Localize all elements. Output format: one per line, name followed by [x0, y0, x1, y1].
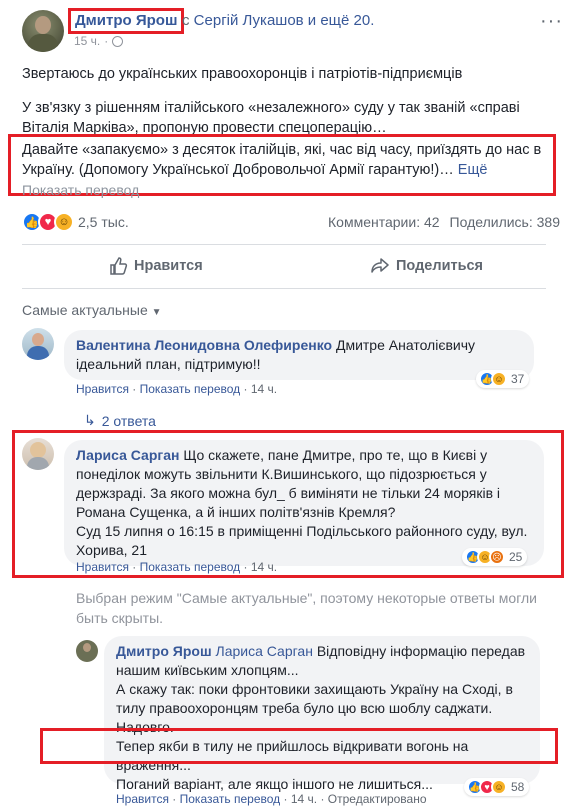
comment-sort-selector[interactable]: Самые актуальные ▼ [22, 302, 162, 318]
like-button[interactable]: Нравится [108, 256, 203, 276]
reply-mention[interactable]: Лариса Сарган [216, 643, 313, 659]
author-highlight-box: Дмитро Ярош [68, 8, 185, 34]
more-options-icon[interactable]: ··· [540, 10, 563, 33]
tagged-people-link[interactable]: Сергій Лукашов и ещё 20. [194, 12, 375, 29]
comments-count[interactable]: Комментарии: 42 [328, 214, 440, 230]
reply-translate-link[interactable]: Показать перевод [180, 792, 281, 806]
reply-actions: Нравится · Показать перевод · 14 ч. · От… [116, 792, 427, 806]
post-time[interactable]: 15 ч. [74, 34, 100, 48]
author-name[interactable]: Дмитро Ярош [75, 12, 177, 29]
angry-icon: ☹ [489, 549, 505, 565]
post-meta: 15 ч. · [74, 34, 124, 48]
comment-reaction-count: 37 [511, 372, 525, 386]
commenter-name[interactable]: Валентина Леонидовна Олефиренко [76, 337, 332, 353]
reply-reaction-count: 58 [511, 780, 525, 794]
commenter-avatar[interactable] [22, 328, 54, 360]
thumbs-up-icon [110, 257, 128, 275]
tagged-people: с Сергій Лукашов и ещё 20. [182, 12, 374, 29]
show-translation-link[interactable]: Показать перевод [22, 182, 139, 198]
hidden-replies-note: Выбран режим "Самые актуальные", поэтому… [76, 590, 537, 626]
comment-like-link[interactable]: Нравится [76, 560, 129, 574]
reply-like-link[interactable]: Нравится [116, 792, 169, 806]
post-actions: Нравится Поделиться [0, 252, 566, 282]
divider [22, 244, 546, 245]
comment-like-link[interactable]: Нравится [76, 382, 129, 396]
sort-label: Самые актуальные [22, 302, 148, 318]
comment-reactions[interactable]: 👍 ☺ 37 [476, 370, 530, 388]
haha-icon: ☺ [491, 371, 507, 387]
comment-actions: Нравится · Показать перевод · 14 ч. [76, 382, 278, 396]
comment-time[interactable]: 14 ч. [251, 382, 277, 396]
reply-line-2: А скажу так: поки фронтовики захищають У… [116, 681, 513, 735]
reply-arrow-icon: ↳ [84, 412, 96, 428]
reply-author-name[interactable]: Дмитро Ярош [116, 643, 212, 659]
comment-translate-link[interactable]: Показать перевод [140, 560, 241, 574]
reply-line-4: Поганий варіант, але якщо іншого не лиши… [116, 776, 433, 792]
author-avatar[interactable] [22, 10, 64, 52]
reply-time[interactable]: 14 ч. [291, 792, 317, 806]
comment-actions: Нравится · Показать перевод · 14 ч. [76, 560, 278, 574]
wow-icon: ☺ [54, 212, 74, 232]
reply-highlight-box [40, 728, 558, 764]
haha-icon: ☺ [491, 779, 507, 795]
post-paragraph-3: Давайте «запакуємо» з десяток італійців,… [22, 140, 542, 180]
globe-icon [112, 35, 124, 47]
edited-label[interactable]: Отредактировано [328, 792, 427, 806]
comment-reactions[interactable]: 👍 ☺ ☹ 25 [462, 548, 528, 566]
divider [22, 288, 546, 289]
like-label: Нравится [134, 258, 203, 274]
reply-reactions[interactable]: 👍 ♥ ☺ 58 [464, 778, 530, 796]
commenter-avatar[interactable] [22, 438, 54, 470]
see-more-link[interactable]: Ещё [458, 162, 488, 178]
share-label: Поделиться [396, 258, 484, 274]
comment-translate-link[interactable]: Показать перевод [140, 382, 241, 396]
comment-reaction-count: 25 [509, 550, 523, 564]
with-word: с [182, 12, 190, 29]
share-icon [371, 258, 389, 273]
reaction-count[interactable]: 2,5 тыс. [78, 214, 129, 230]
caret-down-icon: ▼ [151, 307, 162, 318]
comment-bubble: Валентина Леонидовна Олефиренко Дмитре А… [64, 330, 534, 380]
shares-count[interactable]: Поделились: 389 [450, 214, 560, 230]
comment-time[interactable]: 14 ч. [251, 560, 277, 574]
commenter-name[interactable]: Лариса Сарган [76, 447, 179, 463]
share-button[interactable]: Поделиться [370, 256, 483, 276]
facebook-post: Дмитро Ярош с Сергій Лукашов и ещё 20. 1… [0, 0, 566, 810]
view-replies-link[interactable]: ↳ 2 ответа [84, 412, 156, 429]
engagement-counts: Комментарии: 42 Поделились: 389 [328, 214, 560, 230]
comment-text-2: Суд 15 липня о 16:15 в приміщенні Поділь… [76, 523, 528, 558]
reply-author-avatar[interactable] [76, 640, 98, 662]
reaction-summary[interactable]: 👍 ♥ ☺ 2,5 тыс. [22, 212, 129, 232]
post-paragraph-1: Звертаюсь до українських правоохоронців … [22, 66, 463, 82]
replies-count: 2 ответа [101, 412, 156, 429]
post-paragraph-2: У зв'язку з рішенням італійського «незал… [22, 100, 520, 136]
